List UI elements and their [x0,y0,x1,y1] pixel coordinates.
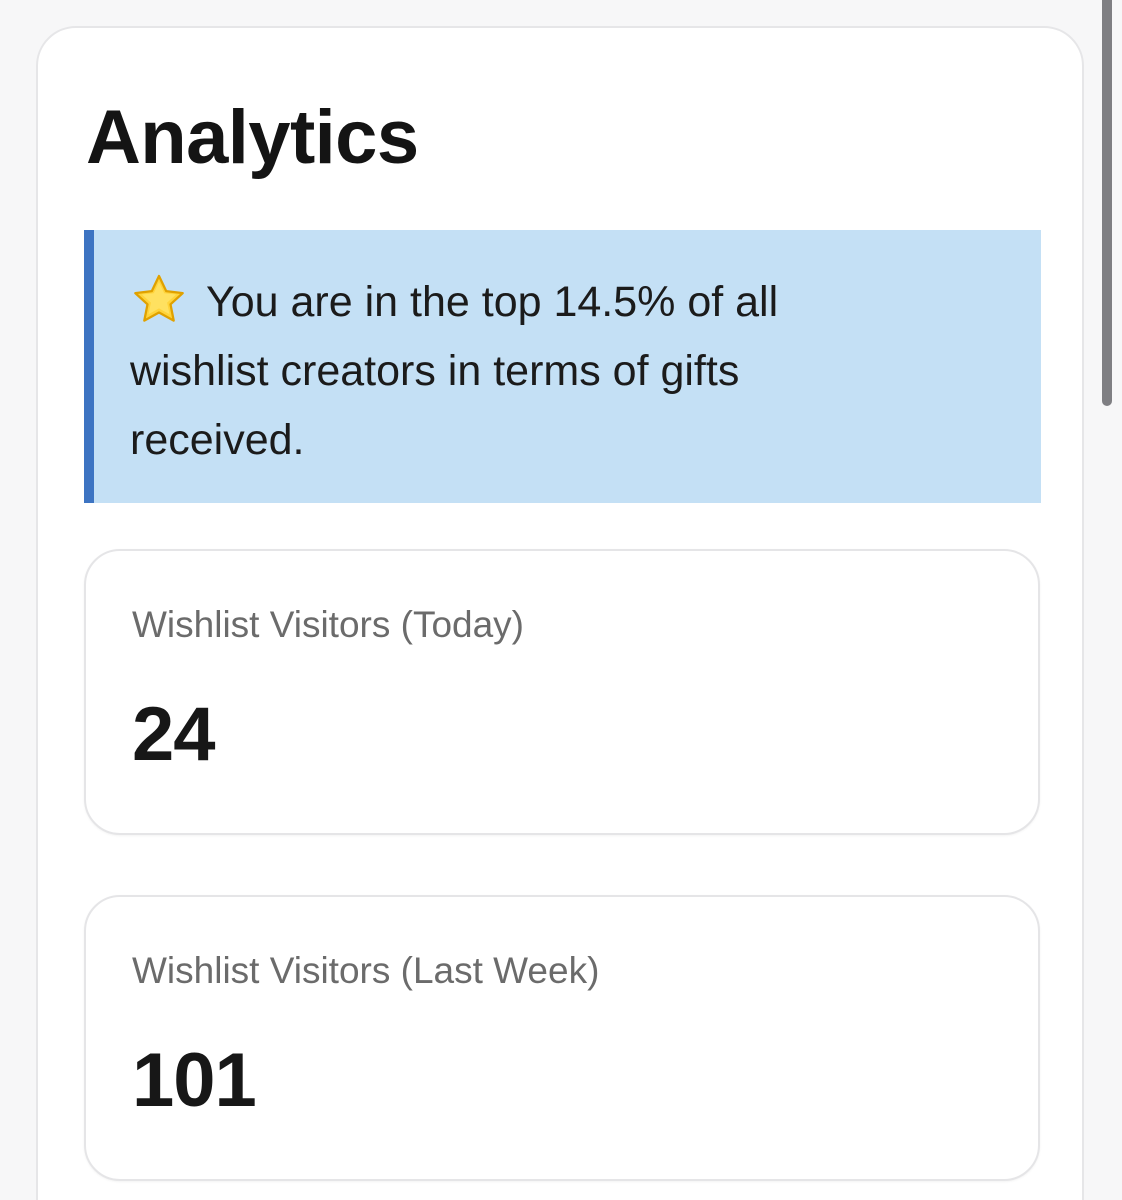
stat-label: Wishlist Visitors (Today) [132,604,525,645]
page-title: Analytics [86,95,419,180]
stat-value: 24 [132,692,216,777]
stat-value: 101 [132,1038,257,1123]
ranking-notice: You are in the top 14.5% of all wishlist… [84,230,1041,503]
analytics-page: Analytics You are in the top 14.5% of al… [0,0,1122,1200]
ranking-message: You are in the top 14.5% of all wishlist… [130,278,779,464]
analytics-card: Analytics You are in the top 14.5% of al… [36,26,1084,1200]
stat-label: Wishlist Visitors (Last Week) [132,950,600,991]
ranking-notice-text: You are in the top 14.5% of all wishlist… [130,268,870,475]
star-icon [130,274,188,324]
vertical-scrollbar[interactable] [1102,0,1112,1200]
scrollbar-thumb[interactable] [1102,0,1112,406]
stat-card-visitors-last-week: Wishlist Visitors (Last Week) 101 [84,895,1040,1181]
stat-card-visitors-today: Wishlist Visitors (Today) 24 [84,549,1040,835]
